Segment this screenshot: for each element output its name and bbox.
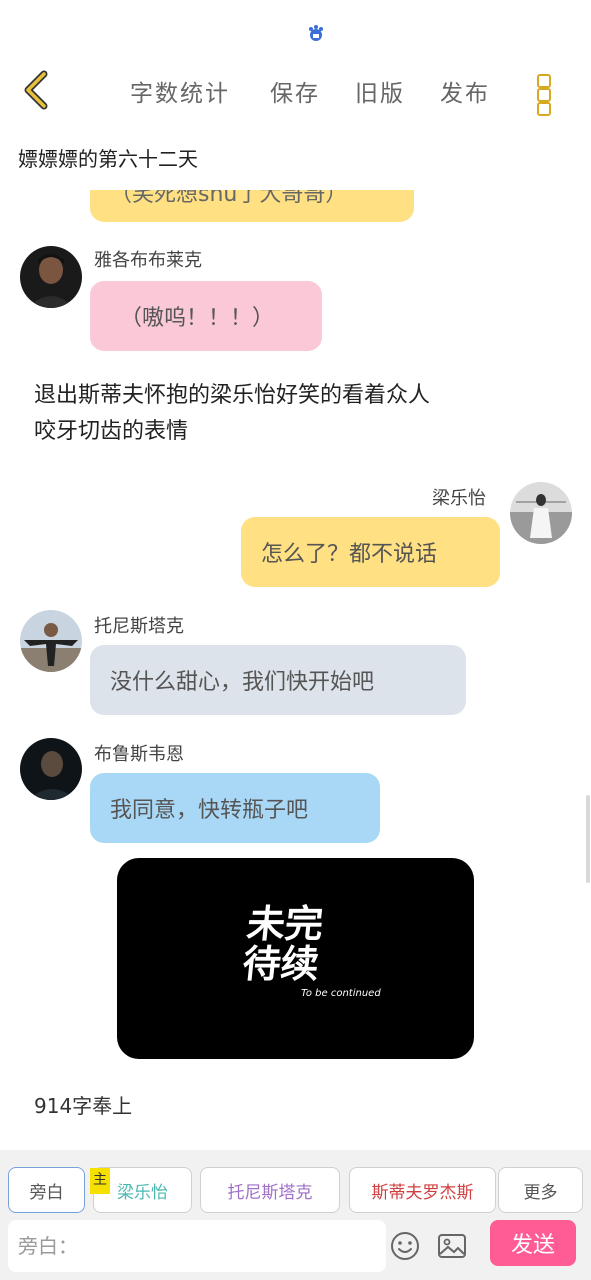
narration-line: 咬牙切齿的表情	[34, 419, 189, 444]
message-text: 没什么甜心，我们快开始吧	[110, 670, 375, 695]
role-tab-steve-rogers[interactable]: 斯蒂夫罗杰斯	[349, 1167, 496, 1213]
avatar-tony-stark[interactable]	[20, 610, 82, 672]
speaker-name: 雅各布布莱克	[94, 250, 202, 271]
old-version-button[interactable]: 旧版	[355, 74, 405, 108]
message-bubble[interactable]: （嗷呜！！！）	[90, 281, 322, 351]
input-row: 发送	[8, 1220, 583, 1276]
tbc-title-line: 待续	[240, 942, 322, 986]
more-menu-button[interactable]	[535, 66, 553, 116]
composer-panel: 旁白 梁乐怡 主 托尼斯塔克 斯蒂夫罗杰斯 更多 发送	[0, 1150, 591, 1280]
message-text: （笑死想shu了大哥哥）	[110, 190, 348, 207]
message-bubble[interactable]: 我同意，快转瓶子吧	[90, 773, 380, 843]
message-bubble[interactable]: 没什么甜心，我们快开始吧	[90, 645, 466, 715]
top-bar: 字数统计 保存 旧版 发布	[0, 60, 591, 120]
word-count-button[interactable]: 字数统计	[130, 74, 230, 108]
chat-area[interactable]: （笑死想shu了大哥哥） 雅各布布莱克 （嗷呜！！！） 退出斯蒂夫怀抱的梁乐怡好…	[0, 190, 591, 1140]
more-roles-button[interactable]: 更多	[498, 1167, 583, 1213]
role-tab-tony-stark[interactable]: 托尼斯塔克	[200, 1167, 340, 1213]
emoji-icon[interactable]	[389, 1230, 421, 1262]
main-role-badge: 主	[90, 1168, 110, 1194]
menu-dot-icon	[537, 74, 551, 88]
image-icon[interactable]	[436, 1230, 468, 1262]
message-input[interactable]	[8, 1220, 386, 1272]
message-text: 怎么了？都不说话	[261, 542, 438, 567]
avatar-bruce-wayne[interactable]	[20, 738, 82, 800]
message-text: 我同意，快转瓶子吧	[110, 798, 309, 823]
chapter-title: 嫖嫖嫖的第六十二天	[18, 147, 198, 171]
message-text: （嗷呜！！！）	[120, 306, 275, 331]
baidu-app-icon	[309, 25, 323, 41]
save-button[interactable]: 保存	[270, 74, 320, 108]
narration-text: 退出斯蒂夫怀抱的梁乐怡好笑的看着众人 咬牙切齿的表情	[34, 378, 430, 450]
tbc-title-line: 未完	[244, 902, 326, 946]
word-count-text: 914字奉上	[34, 1094, 133, 1118]
avatar-jacob[interactable]	[20, 246, 82, 308]
speaker-name: 托尼斯塔克	[94, 616, 184, 637]
message-bubble[interactable]: （笑死想shu了大哥哥）	[90, 190, 414, 222]
role-tab-narrator[interactable]: 旁白	[8, 1167, 85, 1213]
narration-line: 退出斯蒂夫怀抱的梁乐怡好笑的看着众人	[34, 383, 431, 408]
menu-dot-icon	[537, 102, 551, 116]
back-arrow-icon[interactable]	[20, 68, 54, 112]
speaker-name: 布鲁斯韦恩	[94, 744, 184, 765]
avatar-liang-leyi[interactable]	[510, 482, 572, 544]
menu-dot-icon	[537, 88, 551, 102]
publish-button[interactable]: 发布	[440, 74, 490, 108]
scrollbar-thumb[interactable]	[586, 795, 590, 883]
tbc-subtitle: To be continued	[301, 988, 381, 999]
speaker-name: 梁乐怡	[432, 488, 486, 509]
message-bubble[interactable]: 怎么了？都不说话	[241, 517, 500, 587]
to-be-continued-image[interactable]: 未完 待续 To be continued	[117, 858, 474, 1059]
send-button[interactable]: 发送	[490, 1220, 576, 1266]
